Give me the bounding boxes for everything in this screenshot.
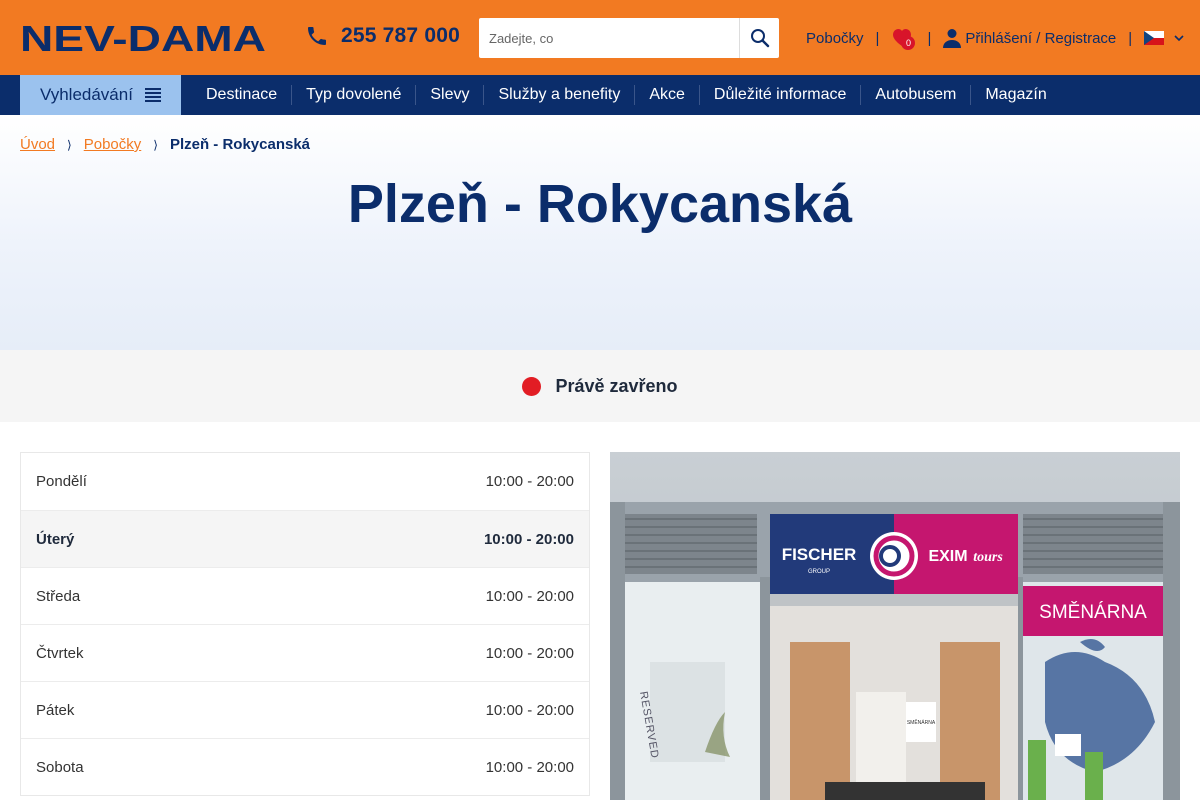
exchange-sign: SMĚNÁRNA [1039, 601, 1147, 623]
hours-row-wednesday: Středa 10:00 - 20:00 [21, 567, 589, 624]
page-title: Plzeň - Rokycanská [347, 174, 853, 234]
branches-link[interactable]: Pobočky [806, 30, 864, 47]
day-label: Pátek [36, 701, 75, 719]
favorites-count-badge: 0 [901, 36, 916, 50]
storefront-illustration: FISCHER GROUP EXIM tours RESERVED SMĚNÁR… [610, 452, 1180, 800]
status-text: Právě zavřeno [555, 375, 678, 396]
time-value: 10:00 - 20:00 [485, 587, 574, 605]
phone-number[interactable]: 255 787 000 [341, 24, 460, 48]
main-navigation: Vyhledávání Destinace Typ dovolené Slevy… [0, 75, 1200, 115]
day-label: Středa [36, 587, 81, 605]
language-selector[interactable] [1144, 31, 1184, 45]
hours-row-saturday: Sobota 10:00 - 20:00 [21, 738, 589, 795]
phone-icon [308, 27, 326, 45]
sign-exim: EXIM [928, 548, 967, 565]
time-value: 10:00 - 20:00 [485, 758, 574, 776]
search-button[interactable] [739, 18, 779, 58]
nav-item-sluzby[interactable]: Služby a benefity [483, 85, 634, 105]
search-box [479, 18, 779, 58]
day-label: Pondělí [36, 473, 87, 490]
separator: | [927, 29, 932, 47]
time-value: 10:00 - 20:00 [485, 644, 574, 662]
opening-hours-table: Pondělí 10:00 - 20:00 Úterý 10:00 - 20:0… [20, 452, 590, 796]
nav-item-typ-dovolene[interactable]: Typ dovolené [291, 85, 415, 105]
sign-exim-sub: tours [973, 550, 1003, 565]
breadcrumb-separator: ⟩ [153, 137, 158, 152]
top-header: NEV-DAMA 255 787 000 Pobočky | 0 | [0, 0, 1200, 75]
user-icon [943, 29, 962, 48]
sign-fischer: FISCHER [782, 545, 857, 564]
hours-row-tuesday: Úterý 10:00 - 20:00 [21, 510, 589, 567]
hours-row-thursday: Čtvrtek 10:00 - 20:00 [21, 624, 589, 681]
logo-text: NEV-DAMA [20, 22, 266, 54]
inner-exchange-sign: SMĚNÁRNA [907, 718, 936, 726]
nav-item-destinace[interactable]: Destinace [192, 85, 291, 105]
nav-item-autobusem[interactable]: Autobusem [860, 85, 970, 105]
breadcrumb-separator: ⟩ [67, 137, 72, 152]
chevron-down-icon [1174, 35, 1184, 42]
search-menu-label: Vyhledávání [40, 85, 133, 104]
sign-fischer-sub: GROUP [808, 569, 830, 575]
page-hero: Úvod ⟩ Pobočky ⟩ Plzeň - Rokycanská Plze… [0, 115, 1200, 350]
login-label: Přihlášení / Registrace [965, 29, 1117, 47]
phone-contact[interactable]: 255 787 000 [305, 24, 460, 48]
separator: | [875, 29, 880, 47]
breadcrumb: Úvod ⟩ Pobočky ⟩ Plzeň - Rokycanská [20, 136, 310, 153]
nav-item-slevy[interactable]: Slevy [415, 85, 483, 105]
search-menu-button[interactable]: Vyhledávání [20, 75, 181, 115]
opening-status: Právě zavřeno [0, 350, 1200, 422]
day-label: Úterý [36, 530, 75, 548]
hours-row-friday: Pátek 10:00 - 20:00 [21, 681, 589, 738]
nev-dama-logo[interactable]: NEV-DAMA [20, 22, 266, 54]
breadcrumb-current: Plzeň - Rokycanská [169, 136, 311, 153]
breadcrumb-home[interactable]: Úvod [20, 136, 55, 153]
day-label: Čtvrtek [36, 644, 84, 662]
hours-row-monday: Pondělí 10:00 - 20:00 [21, 453, 589, 510]
time-value: 10:00 - 20:00 [485, 701, 574, 719]
login-link[interactable]: Přihlášení / Registrace [943, 28, 1116, 48]
nav-item-dulezite-informace[interactable]: Důležité informace [698, 85, 861, 105]
nav-item-magazin[interactable]: Magazín [970, 85, 1060, 105]
hamburger-icon [145, 88, 161, 102]
favorites-button[interactable]: 0 [891, 27, 916, 50]
separator: | [1128, 29, 1133, 47]
status-indicator-dot [522, 376, 542, 396]
search-input[interactable] [479, 18, 739, 58]
nav-menu: Destinace Typ dovolené Slevy Služby a be… [192, 75, 1061, 115]
breadcrumb-branches[interactable]: Pobočky [84, 136, 142, 153]
time-value: 10:00 - 20:00 [483, 530, 574, 548]
nav-item-akce[interactable]: Akce [634, 85, 699, 105]
time-value: 10:00 - 20:00 [485, 473, 574, 490]
branch-photo: FISCHER GROUP EXIM tours RESERVED SMĚNÁR… [610, 452, 1180, 800]
day-label: Sobota [36, 758, 84, 776]
search-icon [750, 29, 769, 48]
top-links: Pobočky | 0 | Přihlášení / Registrace | [806, 27, 1184, 50]
czech-flag-icon [1144, 31, 1165, 45]
